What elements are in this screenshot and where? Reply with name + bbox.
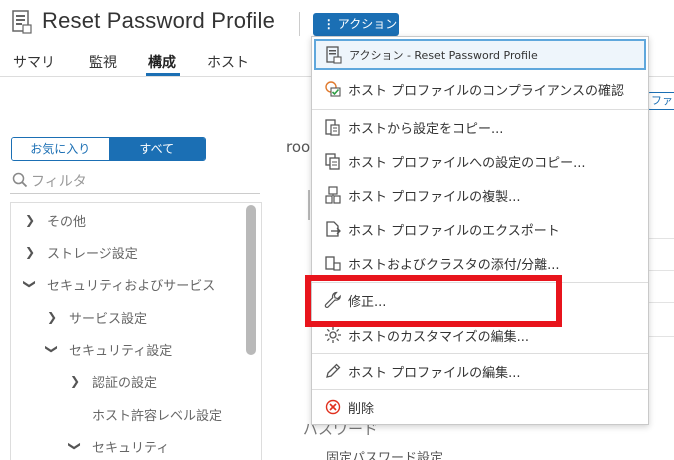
menu-item-label: ホスト プロファイルのコンプライアンスの確認 [348, 83, 624, 99]
copy-to-profile-icon [324, 152, 342, 170]
host-profile-icon [325, 45, 343, 64]
fixed-password-setting: 固定パスワード設定 [326, 451, 444, 460]
row-divider [649, 238, 674, 239]
tab-monitor[interactable]: 監視 [89, 52, 117, 72]
row-divider [649, 270, 674, 271]
customize-icon [324, 326, 342, 344]
menu-item-delete[interactable]: 削除 [312, 390, 648, 424]
tree-item-other[interactable]: ❯ その他 [19, 209, 86, 231]
tree-guide-line [308, 190, 310, 220]
menu-item-label: ホストのカスタマイズの編集... [348, 329, 530, 345]
chevron-right-icon[interactable]: ❯ [64, 374, 86, 388]
menu-item-copy-to-profile[interactable]: ホスト プロファイルへの設定のコピー... [312, 144, 648, 178]
tab-hosts[interactable]: ホスト [207, 52, 249, 72]
actions-button-label: アクション [337, 17, 398, 31]
compliance-check-icon [324, 80, 342, 98]
delete-icon [324, 398, 342, 416]
filter-input[interactable]: フィルタ [10, 170, 260, 194]
page-title: Reset Password Profile [42, 8, 276, 33]
tree-item-storage[interactable]: ❯ ストレージ設定 [19, 241, 138, 263]
menu-item-label: 削除 [348, 401, 375, 417]
tab-summary[interactable]: サマリ [13, 52, 55, 72]
search-icon [12, 172, 28, 188]
tree-item-auth-settings[interactable]: ❯ 認証の設定 [64, 370, 157, 392]
actions-menu: アクション - Reset Password Profile ホスト プロファイ… [311, 36, 649, 425]
tree-item-service-settings[interactable]: ❯ サービス設定 [41, 306, 147, 328]
root-label: roo [286, 138, 311, 156]
chevron-down-icon[interactable]: ❯ [23, 273, 37, 295]
tree-item-security-settings[interactable]: ❯ セキュリティ設定 [41, 338, 172, 360]
menu-item-label: ホスト プロファイルの編集... [348, 365, 521, 381]
host-profile-icon [12, 10, 32, 34]
menu-item-duplicate-profile[interactable]: ホスト プロファイルの複製... [312, 178, 648, 212]
tab-configure[interactable]: 構成 [148, 52, 176, 72]
chevron-right-icon[interactable]: ❯ [19, 213, 41, 227]
tree-item-security-services[interactable]: ❯ セキュリティおよびサービス [19, 273, 215, 295]
favorites-toggle-button[interactable]: お気に入り [12, 138, 109, 160]
menu-item-check-compliance[interactable]: ホスト プロファイルのコンプライアンスの確認 [312, 72, 648, 106]
favorites-all-toggle: お気に入り すべて [11, 137, 206, 161]
filter-placeholder: フィルタ [31, 174, 87, 190]
menu-item-label: ホストおよびクラスタの添付/分離... [348, 257, 560, 273]
menu-item-actions-header[interactable]: アクション - Reset Password Profile [314, 39, 646, 70]
attach-detach-icon [324, 254, 342, 272]
annotation-highlight-box [305, 275, 562, 327]
tree-item-security[interactable]: ❯ セキュリティ [64, 435, 169, 457]
tree-item-acceptance-level[interactable]: ホスト許容レベル設定 [64, 403, 222, 425]
menu-item-label: ホスト プロファイルへの設定のコピー... [348, 155, 586, 171]
more-vertical-icon: ⋮ [322, 17, 335, 31]
pencil-icon [324, 362, 342, 380]
chevron-right-icon[interactable]: ❯ [41, 310, 63, 324]
export-icon [324, 220, 342, 238]
menu-item-edit-host-profile[interactable]: ホスト プロファイルの編集... [312, 354, 648, 388]
tree-scrollbar[interactable] [246, 205, 256, 355]
title-divider [299, 12, 300, 36]
menu-item-export-profile[interactable]: ホスト プロファイルのエクスポート [312, 212, 648, 246]
menu-item-label: ホストから設定をコピー... [348, 121, 504, 137]
actions-button[interactable]: ⋮ アクション [313, 13, 399, 36]
duplicate-icon [324, 186, 342, 204]
menu-item-label: アクション - Reset Password Profile [349, 48, 538, 62]
row-divider [649, 336, 674, 337]
chevron-down-icon[interactable]: ❯ [68, 435, 82, 457]
chevron-down-icon[interactable]: ❯ [45, 338, 59, 360]
copy-from-host-icon [324, 118, 342, 136]
menu-item-label: ホスト プロファイルのエクスポート [348, 223, 560, 239]
menu-item-label: ホスト プロファイルの複製... [348, 189, 521, 205]
settings-tree: ❯ その他 ❯ ストレージ設定 ❯ セキュリティおよびサービス ❯ サービス設定 ❯ セキ… [10, 202, 262, 460]
menu-item-copy-from-host[interactable]: ホストから設定をコピー... [312, 110, 648, 144]
row-divider [649, 302, 674, 303]
chevron-right-icon[interactable]: ❯ [19, 245, 41, 259]
right-edge-button[interactable]: ファ [647, 92, 674, 110]
all-toggle-button[interactable]: すべて [108, 138, 205, 160]
